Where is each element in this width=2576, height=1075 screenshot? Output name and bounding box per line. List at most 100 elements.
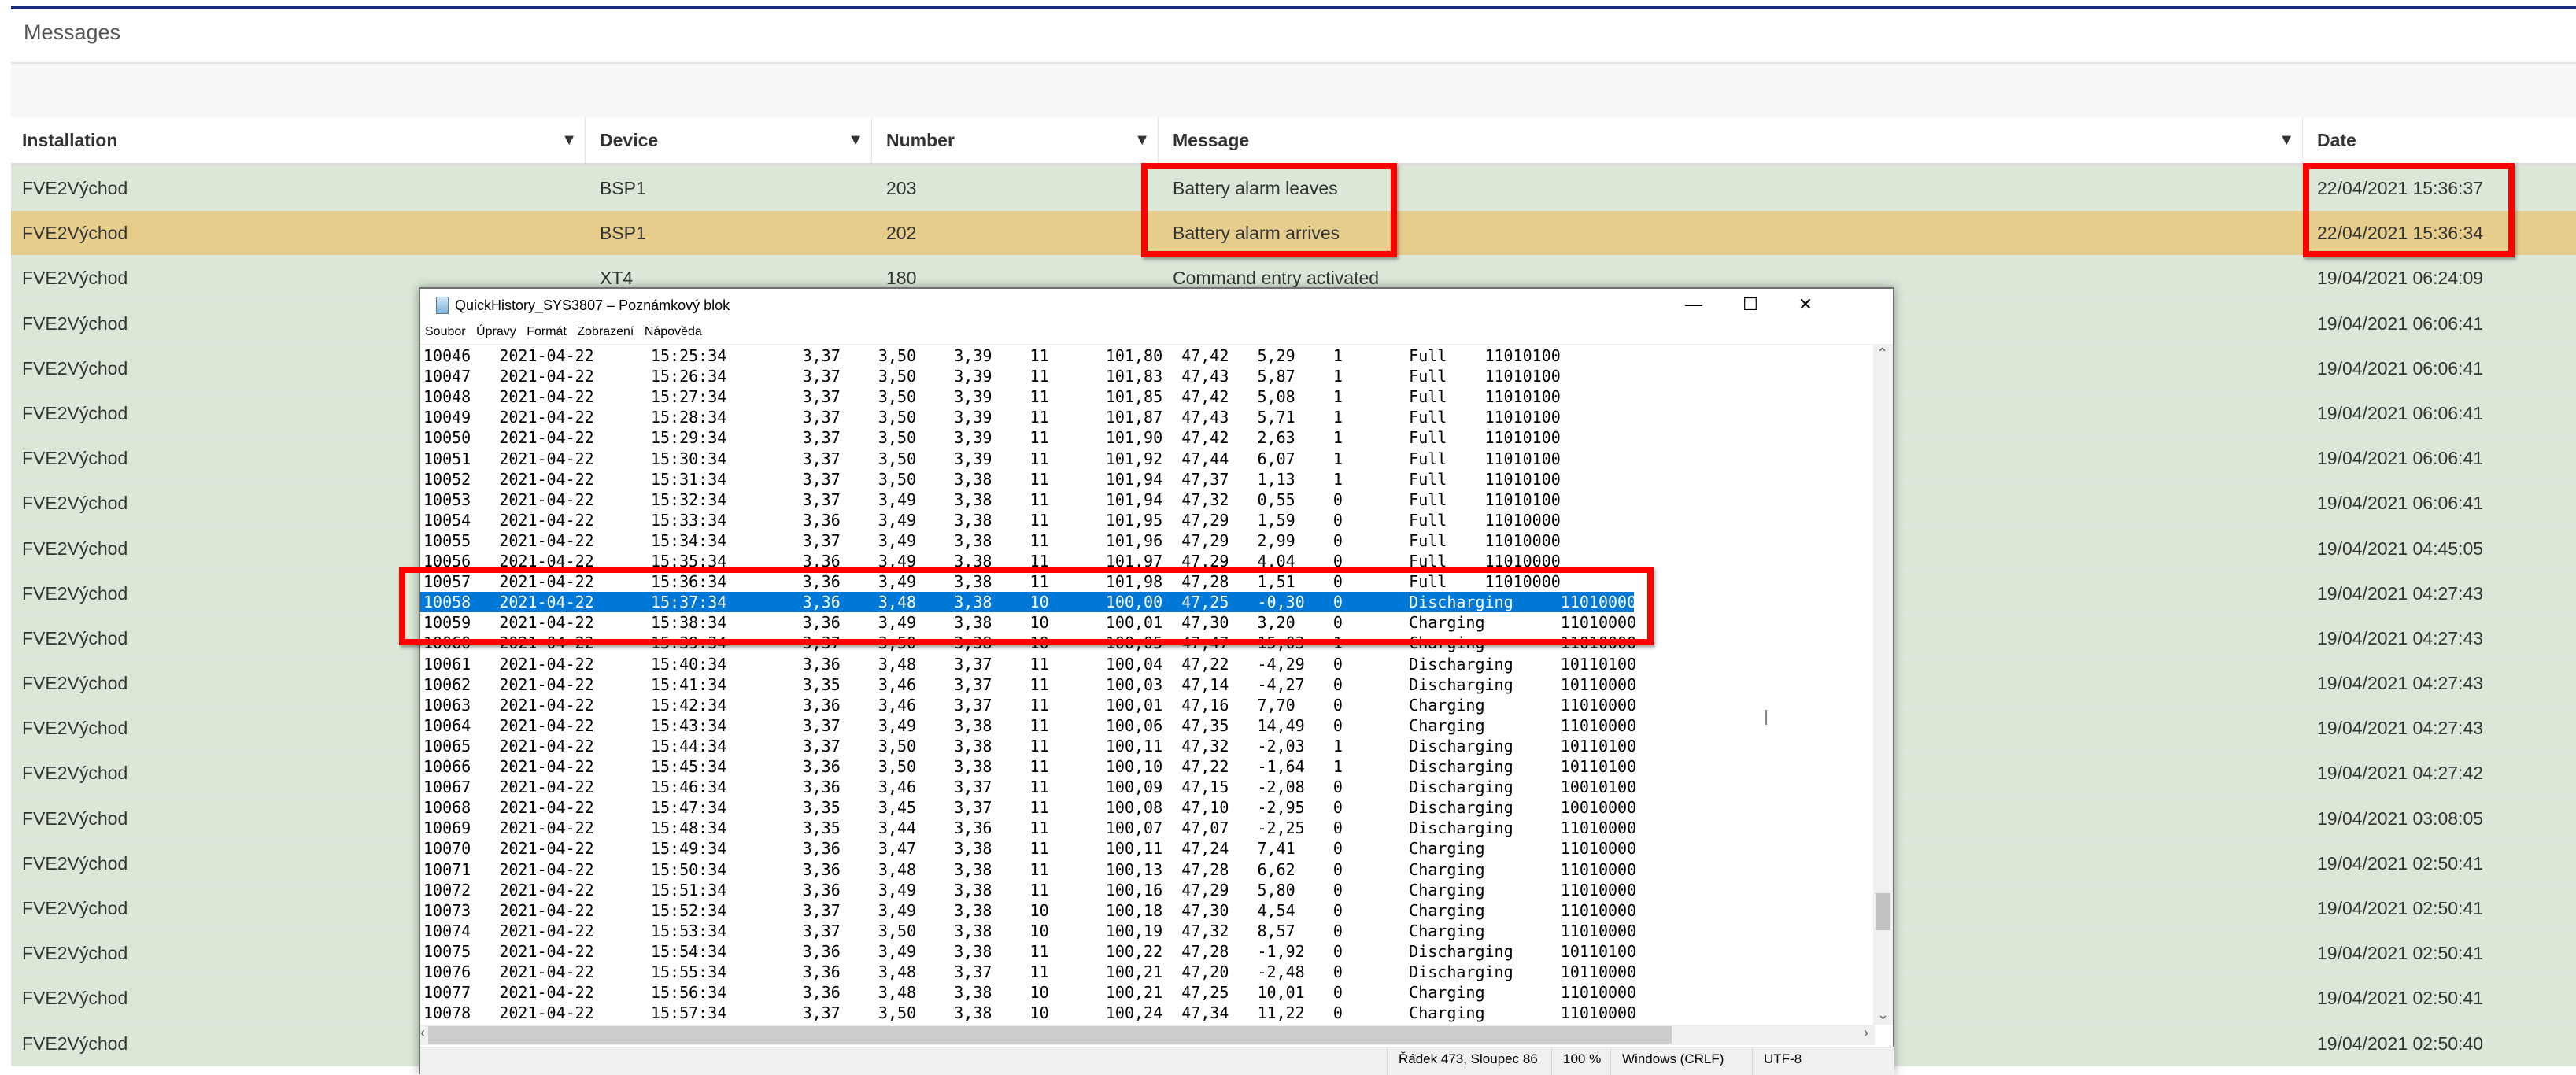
vertical-scroll-thumb[interactable] (1876, 893, 1890, 930)
text-field: 11 (1029, 428, 1049, 448)
text-area[interactable]: 10046 2021-04-22 15:25:34 3,37 3,50 3,39 11 101… (420, 344, 1875, 1026)
text-field: 101,92 (1105, 449, 1163, 468)
text-field: 100,06 (1105, 715, 1163, 735)
text-field: 10063 (423, 695, 471, 715)
text-field: 3,36 (802, 613, 841, 633)
menu-napoveda[interactable]: Nápověda (645, 325, 702, 338)
column-header-number[interactable]: Number ▼ (875, 117, 1159, 163)
cell-number: 203 (886, 178, 917, 198)
column-label: Installation (22, 130, 118, 150)
horizontal-scrollbar[interactable]: ‹ › (420, 1025, 1875, 1045)
text-field: 10066 (423, 757, 471, 776)
menu-upravy[interactable]: Úpravy (476, 325, 516, 338)
column-header-message[interactable]: Message ▼ (1162, 117, 2303, 163)
text-field: 47,29 (1181, 880, 1229, 900)
text-field: 47,32 (1181, 921, 1229, 940)
text-field: 100,11 (1105, 736, 1163, 755)
text-field: -0,30 (1257, 593, 1305, 612)
text-field: 100,10 (1105, 757, 1163, 776)
text-field: 3,38 (954, 900, 992, 920)
text-line: 10050 2021-04-22 15:29:34 3,37 3,50 3,39 11 101… (420, 427, 1875, 448)
text-field: 11 (1029, 530, 1049, 550)
text-field: 3,38 (954, 489, 992, 509)
text-field: 3,37 (802, 921, 841, 940)
filter-icon[interactable]: ▼ (561, 117, 577, 163)
text-field: 15:46:34 (650, 778, 727, 797)
text-field: 0 (1332, 880, 1343, 900)
menu-zobrazeni[interactable]: Zobrazení (577, 325, 634, 338)
cell-date: 19/04/2021 04:45:05 (2317, 538, 2484, 559)
text-field: 3,38 (954, 736, 992, 755)
maximize-button[interactable]: ☐ (1723, 289, 1778, 320)
menu-format[interactable]: Formát (527, 325, 567, 338)
text-field: -4,29 (1257, 654, 1305, 674)
column-header-device[interactable]: Device ▼ (589, 117, 872, 163)
text-field: Full (1409, 428, 1447, 448)
column-header-installation[interactable]: Installation ▼ (11, 117, 586, 163)
cell-message: Battery alarm leaves (1173, 178, 1338, 198)
text-field: 15:49:34 (650, 839, 727, 859)
text-field: 3,50 (878, 736, 917, 755)
text-field: 2021-04-22 (499, 552, 594, 571)
text-field: 2021-04-22 (499, 839, 594, 859)
text-field: 3,49 (878, 510, 917, 530)
text-field: 100,18 (1105, 900, 1163, 920)
text-field: 11010100 (1484, 387, 1561, 407)
text-field: 100,04 (1105, 654, 1163, 674)
filter-icon[interactable]: ▼ (848, 117, 863, 163)
scroll-left-icon[interactable]: ‹ (420, 1025, 425, 1041)
text-field: 1 (1332, 757, 1343, 776)
text-field: 10058 (423, 593, 471, 612)
text-field: 0 (1332, 510, 1343, 530)
text-field: 7,70 (1257, 695, 1295, 715)
text-field: -2,95 (1257, 798, 1305, 818)
text-line: 10056 2021-04-22 15:35:34 3,36 3,49 3,38 11 101… (420, 551, 1875, 571)
column-header-date[interactable]: Date (2306, 117, 2576, 163)
text-field: Discharging (1409, 778, 1513, 797)
text-field: 1 (1332, 428, 1343, 448)
text-field: 3,36 (802, 654, 841, 674)
text-field: 0 (1332, 715, 1343, 735)
text-field: 11 (1029, 839, 1049, 859)
text-field: 10110100 (1560, 941, 1637, 961)
text-field: 47,10 (1181, 798, 1229, 818)
text-field: 3,37 (954, 654, 992, 674)
scroll-down-icon[interactable]: ⌄ (1877, 1007, 1889, 1023)
text-field: 3,39 (954, 346, 992, 365)
text-field: 100,21 (1105, 983, 1163, 1003)
text-field: 4,04 (1257, 552, 1295, 571)
text-field: Charging (1409, 880, 1485, 900)
text-field: 2021-04-22 (499, 818, 594, 838)
text-field: -4,27 (1257, 674, 1305, 694)
text-field: 47,25 (1181, 593, 1229, 612)
menu-soubor[interactable]: Soubor (425, 325, 466, 338)
text-field: 3,49 (878, 900, 917, 920)
text-field: 3,50 (878, 469, 917, 489)
minimize-button[interactable]: — (1666, 289, 1721, 320)
horizontal-scroll-thumb[interactable] (428, 1026, 1672, 1044)
scroll-up-icon[interactable]: ⌃ (1876, 345, 1888, 362)
filter-icon[interactable]: ▼ (1134, 117, 1150, 163)
table-row[interactable]: FVE2Východ BSP1 203 Battery alarm leaves 22/… (11, 166, 2576, 212)
text-field: 11 (1029, 510, 1049, 530)
text-field: 3,38 (954, 1003, 992, 1023)
notepad-icon (436, 297, 449, 314)
text-field: 11010100 (1484, 346, 1561, 365)
text-field: 2021-04-22 (499, 921, 594, 940)
text-field: 15:29:34 (650, 428, 727, 448)
text-field: 3,38 (954, 634, 992, 653)
close-button[interactable]: ✕ (1778, 289, 1833, 320)
table-row[interactable]: FVE2Východ BSP1 202 Battery alarm arrives 22… (11, 211, 2576, 257)
filter-icon[interactable]: ▼ (2278, 117, 2294, 163)
text-field: 11 (1029, 489, 1049, 509)
text-field: 47,24 (1181, 839, 1229, 859)
vertical-scrollbar[interactable]: ⌃ ⌄ (1873, 344, 1893, 1025)
text-field: 10061 (423, 654, 471, 674)
text-field: 11010100 (1484, 408, 1561, 427)
scroll-right-icon[interactable]: › (1864, 1025, 1868, 1041)
text-field: 3,49 (878, 941, 917, 961)
text-field: 15:26:34 (650, 367, 727, 386)
window-title: QuickHistory_SYS3807 – Poznámkový blok (455, 297, 730, 313)
text-field: 3,38 (954, 593, 992, 612)
menu-bar: Soubor Úpravy Formát Zobrazení Nápověda (425, 325, 709, 339)
